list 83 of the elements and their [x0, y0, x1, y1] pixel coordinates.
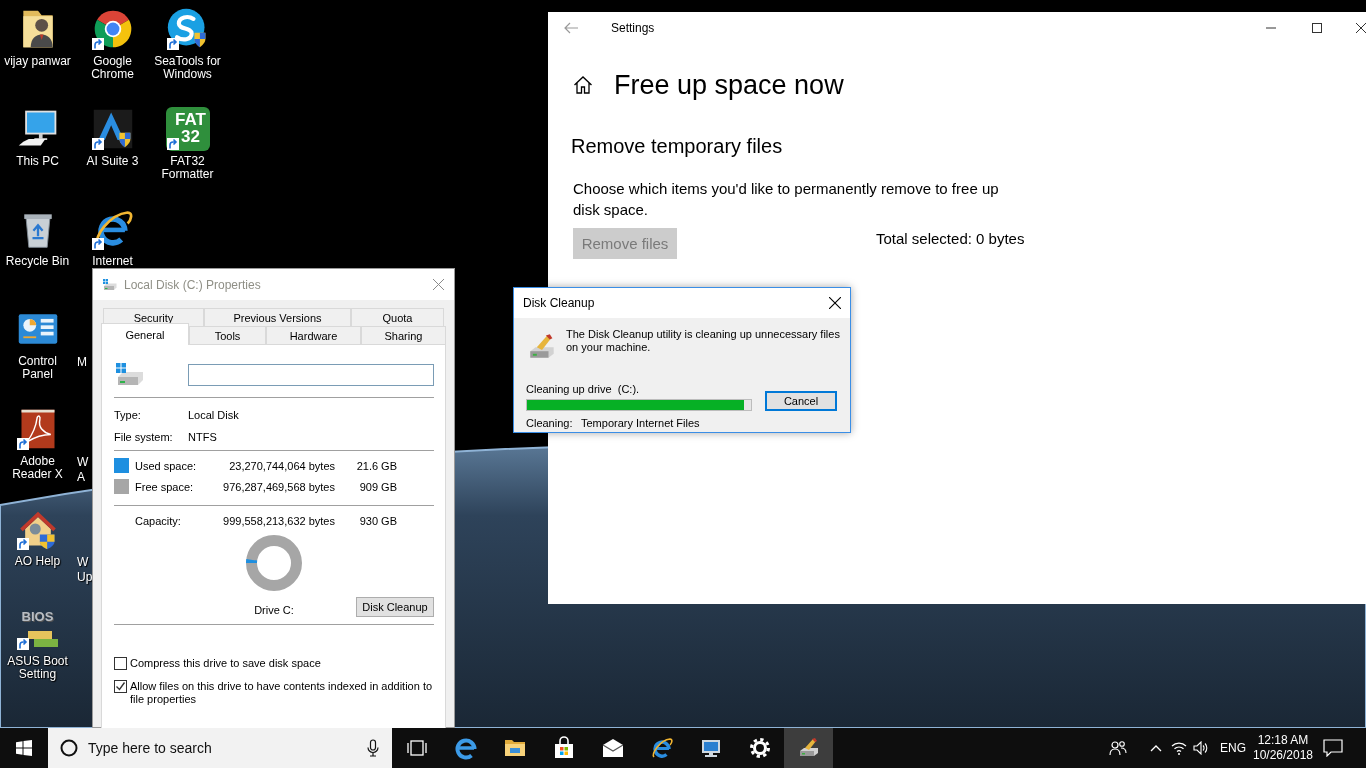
desktop-icon-label[interactable]: ASUS Boot Setting [2, 655, 73, 681]
bytes-value: 976,287,469,568 bytes [222, 480, 335, 493]
tab[interactable]: General [101, 323, 189, 345]
field-label: Free space: [135, 480, 195, 493]
taskbar-button[interactable] [784, 728, 833, 768]
language-indicator[interactable]: ENG [1212, 728, 1254, 768]
cancel-button[interactable]: Cancel [765, 391, 837, 411]
field-value: Local Disk [188, 409, 239, 421]
message-text: The Disk Cleanup utility is cleaning up unnecessary files on your machine. [566, 328, 841, 354]
field-value: Temporary Internet Files [581, 417, 700, 430]
desktop-icon-label[interactable]: AO Help [14, 555, 61, 568]
clock-time[interactable]: 12:18 AM [1257, 733, 1309, 748]
bytes-value: 23,270,744,064 bytes [228, 459, 335, 472]
field-label: File system: [114, 431, 174, 443]
app-logo[interactable]: FAT 32 [165, 107, 210, 151]
windows-logo-icon [16, 740, 32, 756]
drive-brush-icon [527, 333, 557, 359]
tab[interactable]: Hardware [266, 326, 361, 344]
close-icon[interactable] [1356, 23, 1366, 33]
description-text: Choose which items you'd like to permanently remove to free up disk space. [573, 179, 1000, 220]
field-label: Cleaning: [526, 417, 574, 430]
back-arrow-icon[interactable] [564, 22, 578, 34]
desktop-icon-label[interactable]: FAT32 Formatter [152, 155, 223, 181]
status-text: Cleaning up drive (C:). [526, 383, 641, 396]
field-label: Capacity: [135, 514, 182, 527]
desktop-icon-label[interactable]: vijay panwar [4, 55, 71, 68]
browser-e-icon[interactable] [453, 736, 478, 760]
tab[interactable]: Quota [351, 308, 444, 326]
checkbox-label[interactable]: Compress this drive to save disk space [130, 657, 434, 670]
checkbox[interactable] [114, 657, 127, 670]
desktop-icon-label[interactable]: AI Suite 3 [86, 155, 139, 168]
desktop-icon-label[interactable]: W Up [77, 555, 93, 585]
desktop-icon-label[interactable]: Internet [92, 255, 133, 268]
desktop-icon-label[interactable]: Adobe Reader X [2, 455, 73, 481]
desktop-icon-label[interactable]: SeaTools for Windows [152, 55, 223, 81]
desktop-icon-label[interactable]: Recycle Bin [5, 255, 70, 268]
drive-name-field[interactable] [188, 364, 434, 386]
chevron-up-icon[interactable] [1150, 744, 1162, 752]
desktop-icon-label[interactable]: W A [77, 455, 93, 485]
desktop-icon-label[interactable]: Google Chrome [77, 55, 148, 81]
drive-icon [114, 363, 146, 387]
browser-e-icon[interactable] [649, 736, 674, 760]
search-icon [60, 739, 78, 757]
desktop-icon-label[interactable]: Control Panel [2, 355, 73, 381]
disk-cleanup-button[interactable]: Disk Cleanup [356, 597, 434, 617]
desktop-icon-label[interactable]: This PC [16, 155, 59, 168]
envelope-icon[interactable] [600, 736, 625, 760]
field-value: NTFS [188, 431, 217, 443]
size-value: 21.6 GB [355, 459, 397, 472]
drive-icon [102, 278, 118, 291]
task-view-icon [406, 740, 427, 756]
tab[interactable]: Previous Versions [204, 308, 351, 326]
window-title: Settings [611, 21, 655, 35]
home-icon[interactable] [573, 75, 593, 95]
desktop-icon-label[interactable]: M [77, 355, 93, 370]
free-space-slice [246, 535, 302, 591]
notification-icon[interactable] [1323, 739, 1343, 757]
window-title: Local Disk (C:) Properties [124, 277, 261, 292]
maximize-icon[interactable] [1312, 23, 1322, 33]
people-icon[interactable] [1109, 740, 1127, 756]
checkbox[interactable] [114, 680, 127, 693]
page-heading: Free up space now [614, 70, 844, 100]
section-heading: Remove temporary files [571, 134, 784, 158]
gear-icon[interactable] [747, 736, 772, 760]
total-selected-text: Total selected: 0 bytes [876, 229, 1025, 249]
checkmark-icon [115, 681, 126, 692]
tab[interactable]: Tools [189, 326, 266, 344]
wifi-icon[interactable] [1171, 741, 1187, 755]
window-title: Disk Cleanup [523, 296, 595, 310]
search-field[interactable]: Type here to search [48, 728, 392, 768]
field-label: Used space: [135, 459, 198, 472]
speaker-icon[interactable] [1193, 741, 1209, 755]
tab[interactable]: Sharing [361, 326, 446, 344]
checkbox-label[interactable]: Allow files on this drive to have contents indexed in addition to file properties [130, 680, 434, 706]
drive-label: Drive C: [254, 603, 294, 617]
size-value: 909 GB [358, 480, 397, 493]
close-icon[interactable] [829, 297, 841, 309]
tab[interactable]: Security [103, 308, 204, 326]
clock-date[interactable]: 10/26/2018 [1252, 748, 1314, 763]
bytes-value: 999,558,213,632 bytes [222, 514, 335, 527]
field-label: Type: [114, 409, 142, 421]
microphone-icon[interactable] [367, 739, 379, 757]
size-value: 930 GB [358, 514, 397, 527]
